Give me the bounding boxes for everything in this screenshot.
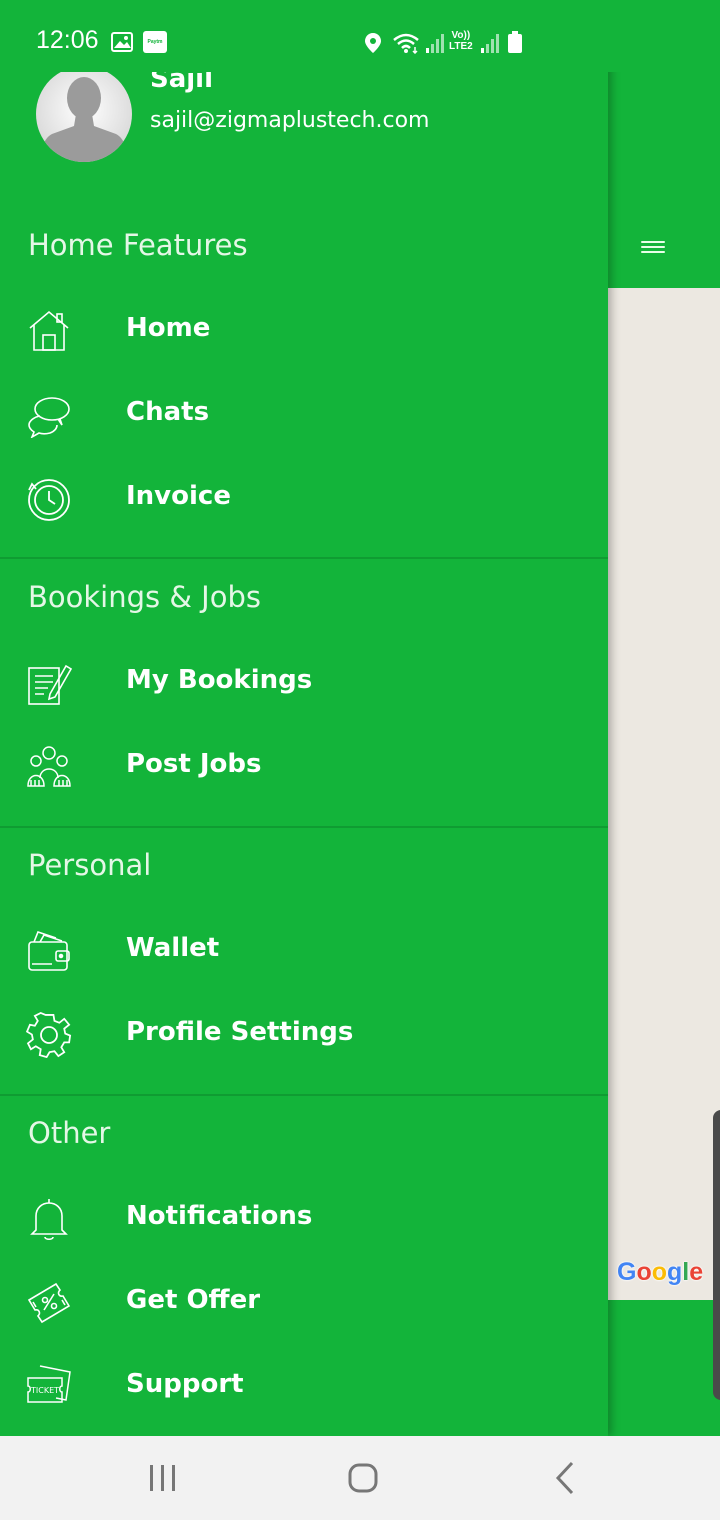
menu-label: Chats	[126, 397, 210, 427]
navigation-drawer: Sajil sajil@zigmaplustech.com Home Featu…	[0, 0, 608, 1436]
section-title-home-features: Home Features	[28, 228, 248, 262]
battery-icon	[508, 31, 522, 53]
map-view[interactable]	[608, 288, 720, 1300]
section-title-personal: Personal	[28, 848, 152, 882]
user-silhouette-icon	[40, 77, 128, 162]
paytm-badge: Paytm	[143, 31, 167, 53]
menu-label: Home	[126, 313, 211, 343]
status-time: 12:06	[36, 26, 99, 54]
edge-panel-handle[interactable]	[713, 1110, 720, 1400]
menu-item-wallet[interactable]: Wallet	[0, 912, 608, 992]
menu-item-profile-settings[interactable]: Profile Settings	[0, 996, 608, 1076]
signal-icon-2	[481, 34, 499, 53]
team-icon	[27, 746, 71, 787]
chat-bubbles-icon	[28, 397, 70, 438]
gallery-icon	[111, 32, 133, 52]
wifi-icon	[393, 33, 419, 54]
section-divider	[0, 826, 608, 828]
menu-label: Get Offer	[126, 1285, 261, 1315]
menu-item-home[interactable]: Home	[0, 292, 608, 372]
gear-icon	[26, 1012, 72, 1058]
menu-item-post-jobs[interactable]: Post Jobs	[0, 728, 608, 808]
location-icon	[365, 33, 381, 53]
google-attribution: Google	[617, 1258, 704, 1286]
menu-item-notifications[interactable]: Notifications	[0, 1180, 608, 1260]
signal-icon	[426, 34, 444, 53]
section-title-other: Other	[28, 1116, 111, 1150]
menu-label: Post Jobs	[126, 749, 262, 779]
menu-label: Support	[126, 1369, 244, 1399]
menu-item-chats[interactable]: Chats	[0, 376, 608, 456]
hamburger-menu-icon[interactable]	[641, 241, 665, 257]
volte-label: Vo))	[451, 30, 471, 41]
section-divider	[0, 1094, 608, 1096]
menu-item-support[interactable]: TICKET Support	[0, 1348, 608, 1428]
discount-tag-icon	[27, 1282, 71, 1324]
menu-item-invoice[interactable]: Invoice	[0, 460, 608, 540]
status-bar: 12:06 Paytm Vo)) LTE2	[0, 0, 720, 72]
menu-item-my-bookings[interactable]: My Bookings	[0, 644, 608, 724]
back-icon[interactable]	[546, 1458, 586, 1498]
wallet-icon	[28, 931, 70, 971]
section-title-bookings-jobs: Bookings & Jobs	[28, 580, 261, 614]
home-icon	[29, 310, 69, 351]
menu-label: Invoice	[126, 481, 231, 511]
menu-label: Profile Settings	[126, 1017, 354, 1047]
menu-label: Notifications	[126, 1201, 313, 1231]
svg-text:TICKET: TICKET	[30, 1386, 59, 1395]
user-email: sajil@zigmaplustech.com	[150, 108, 430, 133]
system-navigation-bar	[0, 1436, 720, 1520]
menu-label: Wallet	[126, 933, 220, 963]
bell-icon	[30, 1199, 68, 1241]
recent-apps-icon[interactable]	[143, 1458, 183, 1498]
menu-item-get-offer[interactable]: Get Offer	[0, 1264, 608, 1344]
edit-document-icon	[28, 664, 72, 705]
avatar[interactable]	[36, 66, 132, 162]
volte-indicator: Vo)) LTE2	[449, 30, 473, 52]
menu-label: My Bookings	[126, 665, 313, 695]
home-nav-icon[interactable]	[343, 1458, 383, 1498]
ticket-icon: TICKET	[27, 1365, 71, 1403]
clock-history-icon	[28, 479, 70, 521]
paytm-badge-text: Paytm	[147, 39, 163, 45]
section-divider	[0, 557, 608, 559]
bottom-panel	[608, 1300, 720, 1436]
lte-label: LTE2	[449, 41, 473, 52]
